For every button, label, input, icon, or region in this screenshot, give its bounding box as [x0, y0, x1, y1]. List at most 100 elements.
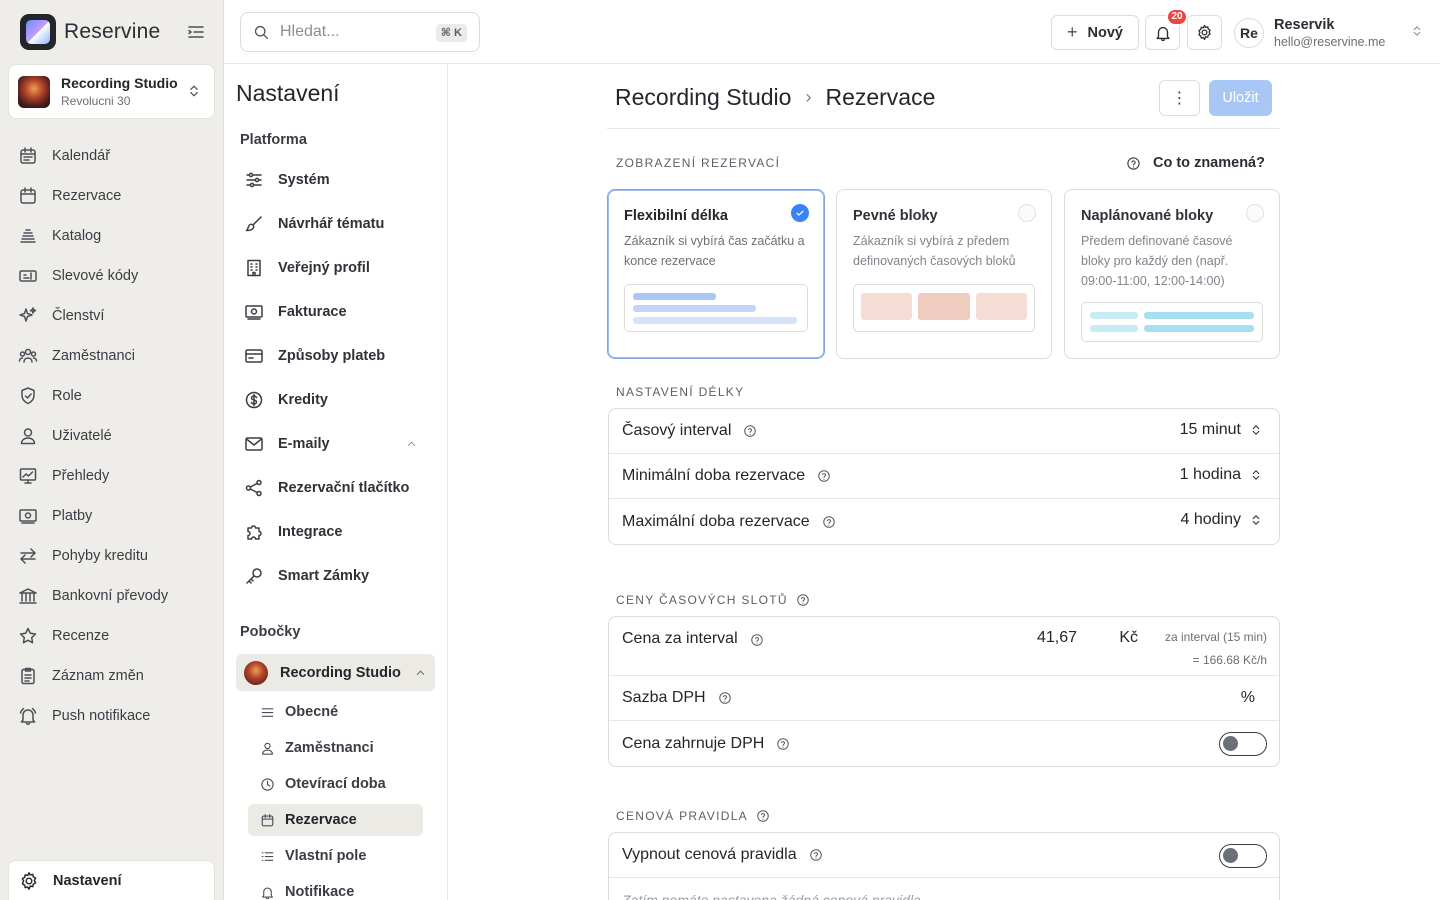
nav-item-reservations[interactable]: Rezervace	[0, 176, 224, 216]
studio-address: Revolucni 30	[61, 94, 131, 108]
help-circle-icon[interactable]	[796, 593, 810, 607]
scheduled-blocks-preview	[1081, 302, 1263, 342]
nav-item-roles[interactable]: Role	[0, 376, 224, 416]
chevron-right-icon: ›	[805, 87, 812, 107]
min-duration-select[interactable]: 1 hodina	[1180, 466, 1263, 484]
mode-card-scheduled-blocks[interactable]: Naplánované bloky Předem definované časo…	[1064, 189, 1280, 359]
rules-empty-message: Zatím nemáte nastavena žádná cenová prav…	[622, 892, 921, 900]
calendar-icon	[20, 147, 36, 164]
help-circle-icon[interactable]	[776, 737, 790, 751]
mode-title: Pevné bloky	[853, 208, 938, 224]
settings-item-booking-button[interactable]: Rezervační tlačítko	[244, 473, 434, 503]
disable-rules-row: Vypnout cenová pravidla	[609, 833, 1279, 878]
branch-recording-studio[interactable]: Recording Studio	[236, 654, 435, 691]
nav-label: Role	[52, 388, 82, 404]
settings-item-label: Kredity	[278, 392, 328, 408]
branch-item-employees[interactable]: Zaměstnanci	[248, 732, 423, 764]
settings-item-public-profile[interactable]: Veřejný profil	[244, 253, 434, 283]
settings-item-credits[interactable]: Kredity	[244, 385, 434, 415]
settings-item-label: Rezervační tlačítko	[278, 480, 410, 496]
shield-icon	[21, 387, 35, 405]
nav-item-employees[interactable]: Zaměstnanci	[0, 336, 224, 376]
branch-item-custom-fields[interactable]: Vlastní pole	[248, 840, 423, 872]
vat-rate-row: Sazba DPH %	[609, 676, 1279, 721]
mail-icon	[245, 437, 263, 451]
vat-rate-input[interactable]: %	[1171, 683, 1267, 713]
branch-item-opening-hours[interactable]: Otevírací doba	[248, 768, 423, 800]
save-button[interactable]: Uložit	[1209, 80, 1272, 116]
vat-included-toggle[interactable]	[1219, 732, 1267, 756]
breadcrumb-studio[interactable]: Recording Studio	[615, 84, 791, 111]
help-circle-icon[interactable]	[743, 424, 757, 438]
branch-item-general[interactable]: Obecné	[248, 696, 423, 728]
mode-radio[interactable]	[1018, 204, 1036, 222]
nav-item-reviews[interactable]: Recenze	[0, 616, 224, 656]
nav-item-discount-codes[interactable]: Slevové kódy	[0, 256, 224, 296]
help-circle-icon[interactable]	[750, 633, 764, 647]
help-circle-icon[interactable]	[809, 848, 823, 862]
settings-item-integrations[interactable]: Integrace	[244, 517, 434, 547]
nav-item-bank-transfers[interactable]: Bankovní převody	[0, 576, 224, 616]
clock-icon	[261, 777, 274, 791]
studio-switcher[interactable]: Recording Studio Revolucni 30	[8, 64, 215, 119]
settings-item-emails[interactable]: E-maily	[244, 429, 434, 459]
top-bar: ⌘ K + Nový 20 Re Reservik hello@reservin…	[224, 0, 1440, 64]
nav-item-changelog[interactable]: Záznam změn	[0, 656, 224, 696]
nav-label: Přehledy	[52, 468, 110, 484]
nav-item-catalog[interactable]: Katalog	[0, 216, 224, 256]
collapse-sidebar-button[interactable]	[186, 22, 206, 42]
nav-item-reports[interactable]: Přehledy	[0, 456, 224, 496]
notifications-button[interactable]: 20	[1145, 8, 1188, 50]
breadcrumb: Recording Studio › Rezervace	[615, 84, 935, 111]
nav-item-payments[interactable]: Platby	[0, 496, 224, 536]
settings-item-system[interactable]: Systém	[244, 165, 434, 195]
settings-item-label: Integrace	[278, 524, 343, 540]
max-duration-row: Maximální doba rezervace 4 hodiny	[609, 499, 1279, 544]
nav-item-users[interactable]: Uživatelé	[0, 416, 224, 456]
main-sidebar: Reservine Recording Studio Revolucni 30 …	[0, 0, 224, 900]
chevron-up-icon	[407, 441, 416, 446]
nav-item-membership[interactable]: Členství	[0, 296, 224, 336]
nav-item-push-notifications[interactable]: Push notifikace	[0, 696, 224, 736]
nav-label: Katalog	[52, 228, 102, 244]
settings-item-payment-methods[interactable]: Způsoby plateb	[244, 341, 434, 371]
mode-radio-selected[interactable]	[791, 204, 809, 222]
help-circle-icon[interactable]	[817, 469, 831, 483]
help-circle-icon[interactable]	[822, 515, 836, 529]
mode-card-flexible[interactable]: Flexibilní délka Zákazník si vybírá čas …	[607, 189, 825, 359]
mode-radio[interactable]	[1246, 204, 1264, 222]
platform-section-label: Platforma	[240, 132, 307, 148]
nav-label: Recenze	[52, 628, 110, 644]
branch-item-reservations[interactable]: Rezervace	[248, 804, 423, 836]
chevron-updown-icon	[190, 85, 198, 97]
search-input[interactable]	[280, 23, 430, 41]
invoice-icon	[245, 305, 263, 320]
branch-item-notifications[interactable]: Notifikace	[248, 876, 423, 900]
search-box[interactable]: ⌘ K	[240, 12, 480, 52]
nav-item-credit-movements[interactable]: Pohyby kreditu	[0, 536, 224, 576]
settings-nav: Nastavení Platforma Systém Návrhář témat…	[224, 64, 448, 900]
max-duration-select[interactable]: 4 hodiny	[1181, 511, 1264, 529]
new-button[interactable]: + Nový	[1051, 15, 1139, 50]
nav-item-calendar[interactable]: Kalendář	[0, 136, 224, 176]
mode-card-fixed-blocks[interactable]: Pevné bloky Zákazník si vybírá z předem …	[836, 189, 1052, 359]
help-circle-icon[interactable]	[718, 691, 732, 705]
new-button-label: Nový	[1087, 24, 1123, 41]
settings-button[interactable]	[1187, 15, 1222, 50]
brand[interactable]: Reservine	[20, 14, 160, 50]
credit-card-icon	[245, 349, 263, 363]
user-menu[interactable]: Re Reservik hello@reservine.me	[1234, 14, 1424, 52]
nav-item-settings[interactable]: Nastavení	[8, 860, 215, 900]
disable-rules-toggle[interactable]	[1219, 844, 1267, 868]
sliders-icon	[246, 172, 262, 188]
interval-select[interactable]: 15 minut	[1180, 421, 1263, 439]
main-nav: Kalendář Rezervace Katalog Slevové kódy …	[0, 136, 224, 736]
settings-item-smart-locks[interactable]: Smart Zámky	[244, 561, 434, 591]
settings-item-theme-designer[interactable]: Návrhář tématu	[244, 209, 434, 239]
rules-box: Vypnout cenová pravidla Zatím nemáte nas…	[608, 832, 1280, 900]
help-circle-icon[interactable]	[756, 809, 770, 823]
price-input[interactable]: 41,67 Kč	[1022, 623, 1152, 653]
help-link[interactable]: Co to znamená?	[1126, 155, 1265, 171]
settings-item-invoicing[interactable]: Fakturace	[244, 297, 434, 327]
more-actions-button[interactable]: ⋮	[1159, 80, 1200, 116]
